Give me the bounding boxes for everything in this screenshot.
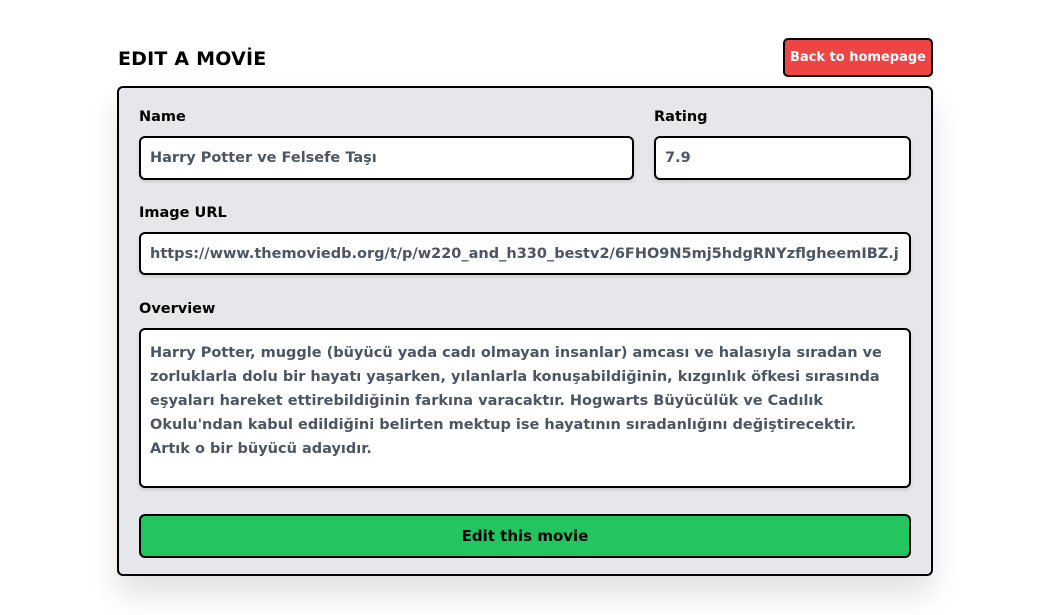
back-to-homepage-button[interactable]: Back to homepage bbox=[783, 38, 933, 77]
edit-movie-submit-button[interactable]: Edit this movie bbox=[139, 514, 911, 558]
overview-label: Overview bbox=[139, 301, 216, 317]
rating-label: Rating bbox=[654, 109, 708, 125]
rating-input[interactable] bbox=[654, 136, 911, 180]
image-url-input[interactable] bbox=[139, 232, 911, 275]
name-label: Name bbox=[139, 109, 186, 125]
overview-textarea[interactable]: Harry Potter, muggle (büyücü yada cadı o… bbox=[139, 328, 911, 488]
name-input[interactable] bbox=[139, 136, 634, 180]
edit-movie-form: Name Rating Image URL Overview Harry Pot… bbox=[117, 86, 933, 576]
image-url-label: Image URL bbox=[139, 205, 227, 221]
page-header: EDIT A MOVİE Back to homepage bbox=[118, 38, 933, 78]
page-title: EDIT A MOVİE bbox=[118, 48, 267, 70]
